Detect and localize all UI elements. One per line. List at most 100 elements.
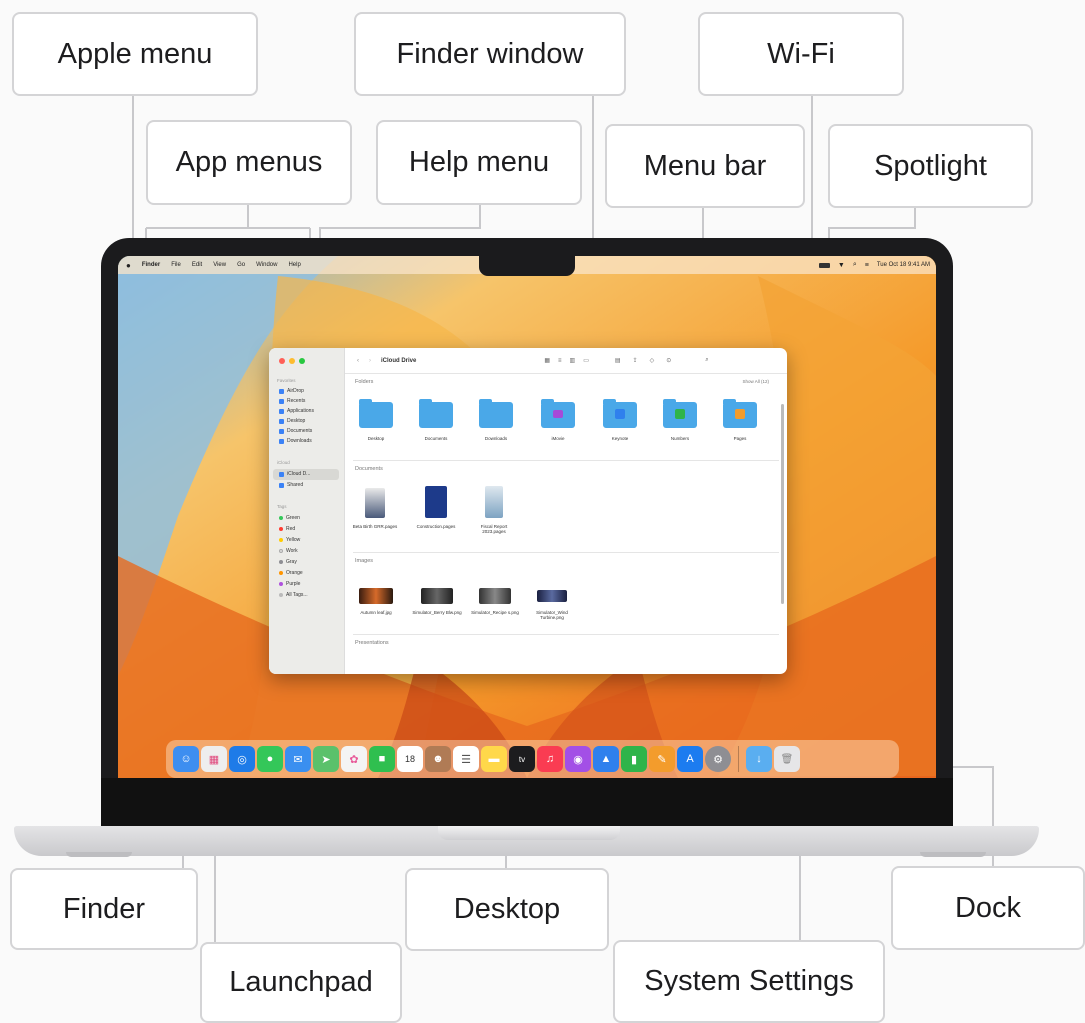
dock-podcasts-icon[interactable]: ◉ [565,746,591,772]
document-thumbnail[interactable] [365,488,385,518]
battery-icon[interactable] [818,262,830,268]
wifi-callout: Wi-Fi [698,12,904,96]
show-all-link[interactable]: Show All (12) [742,379,769,384]
finder-window[interactable]: Favorites AirDrop Recents Applications D… [269,348,787,674]
control-center-icon[interactable]: ≡ [865,262,869,269]
imovie-folder-icon[interactable] [541,399,575,428]
dock-contacts-icon[interactable]: ☻ [425,746,451,772]
document-icon [279,428,284,434]
folder-icon[interactable] [419,399,453,428]
back-icon[interactable]: ‹ [357,358,359,364]
sidebar-tag-orange[interactable]: Orange [279,570,303,576]
zoom-button[interactable] [299,358,305,364]
document-label: Beta Birth GRR.pages [352,524,398,529]
tag-dot-icon [279,571,283,575]
sidebar-tag-purple[interactable]: Purple [279,581,300,587]
dock-music-icon[interactable]: ♫ [537,746,563,772]
dock-keynote-icon[interactable]: ▲ [593,746,619,772]
sidebar-item-airdrop[interactable]: AirDrop [279,388,304,394]
menu-file[interactable]: File [171,262,181,268]
divider [353,634,779,635]
forward-icon[interactable]: › [369,358,371,364]
keynote-folder-icon[interactable] [603,399,637,428]
sidebar-tag-all[interactable]: All Tags... [279,592,308,598]
group-icon[interactable]: ▤ [615,357,621,364]
desktop-screen[interactable]: ● Finder File Edit View Go Window Help ▼… [118,256,936,778]
view-gallery-icon[interactable]: ▭ [583,357,589,364]
pages-folder-icon[interactable] [723,399,757,428]
menu-view[interactable]: View [213,262,226,268]
menu-window[interactable]: Window [256,262,277,268]
dock-pages-icon[interactable]: ✎ [649,746,675,772]
image-thumbnail[interactable] [421,588,453,604]
document-thumbnail[interactable] [485,486,503,518]
menu-edit[interactable]: Edit [192,262,202,268]
tag-icon[interactable]: ◇ [650,357,655,364]
folder-icon[interactable] [479,399,513,428]
view-columns-icon[interactable]: ▥ [570,357,576,364]
dock-reminders-icon[interactable]: ☰ [453,746,479,772]
sidebar-item-desktop[interactable]: Desktop [279,418,305,424]
finder-window-callout: Finder window [354,12,626,96]
close-button[interactable] [279,358,285,364]
laptop-foot [920,852,986,857]
sidebar-tag-work[interactable]: Work [279,548,298,554]
dock-system-settings-icon[interactable]: ⚙ [705,746,731,772]
sidebar-item-documents[interactable]: Documents [279,428,312,434]
app-menu-finder[interactable]: Finder [142,262,160,268]
downloads-icon [279,438,284,444]
numbers-folder-icon[interactable] [663,399,697,428]
scrollbar[interactable] [781,404,784,604]
clock-icon [279,398,284,404]
document-label: Construction.pages [416,524,456,529]
sidebar-item-downloads[interactable]: Downloads [279,438,312,444]
menu-clock[interactable]: Tue Oct 18 9:41 AM [877,262,930,268]
view-list-icon[interactable]: ≡ [558,358,562,364]
dock-finder-icon[interactable]: ☺ [173,746,199,772]
menu-bar-callout: Menu bar [605,124,805,208]
dock-safari-icon[interactable]: ◎ [229,746,255,772]
sidebar-item-shared[interactable]: Shared [279,482,303,488]
folder-icon[interactable] [359,399,393,428]
search-icon[interactable]: ⌕ [705,357,708,364]
sidebar-item-icloud-drive[interactable]: iCloud D... [279,471,310,477]
finder-toolbar: ‹ › iCloud Drive ▦ ≡ ▥ ▭ ▤ ⇪ ◇ ⊙ ⌕ [345,348,787,374]
minimize-button[interactable] [289,358,295,364]
dock-notes-icon[interactable]: ▬ [481,746,507,772]
sidebar-tag-red[interactable]: Red [279,526,295,532]
sidebar-tag-yellow[interactable]: Yellow [279,537,300,543]
dock-facetime-icon[interactable]: ■ [369,746,395,772]
menu-go[interactable]: Go [237,262,245,268]
sidebar-item-recents[interactable]: Recents [279,398,305,404]
dock-downloads-icon[interactable]: ↓ [746,746,772,772]
wifi-icon[interactable]: ▼ [838,262,845,269]
app-menus-callout: App menus [146,120,352,205]
share-icon[interactable]: ⇪ [633,357,638,364]
spotlight-icon[interactable]: ⌕ [853,261,857,269]
dock-photos-icon[interactable]: ✿ [341,746,367,772]
view-icons-icon[interactable]: ▦ [544,357,550,364]
sidebar-item-applications[interactable]: Applications [279,408,314,414]
menu-help[interactable]: Help [288,262,300,268]
dock-numbers-icon[interactable]: ▮ [621,746,647,772]
dock-calendar-icon[interactable]: 18 [397,746,423,772]
image-thumbnail[interactable] [479,588,511,604]
document-thumbnail[interactable] [425,486,447,518]
status-menus: ▼ ⌕ ≡ Tue Oct 18 9:41 AM [818,256,930,274]
image-thumbnail[interactable] [537,590,567,602]
action-icon[interactable]: ⊙ [666,357,671,364]
dock-trash-icon[interactable]: 🗑 [774,746,800,772]
system-settings-callout: System Settings [613,940,885,1023]
apple-menu-icon[interactable]: ● [126,261,131,270]
image-thumbnail[interactable] [359,588,393,604]
dock-tv-icon[interactable]: tv [509,746,535,772]
dock-maps-icon[interactable]: ➤ [313,746,339,772]
laptop-foot [66,852,132,857]
dock-mail-icon[interactable]: ✉ [285,746,311,772]
dock-launchpad-icon[interactable]: ▦ [201,746,227,772]
dock-messages-icon[interactable]: ● [257,746,283,772]
sidebar-tag-gray[interactable]: Gray [279,559,297,565]
sidebar-tag-green[interactable]: Green [279,515,300,521]
dock-separator [738,746,739,772]
dock-app-store-icon[interactable]: A [677,746,703,772]
